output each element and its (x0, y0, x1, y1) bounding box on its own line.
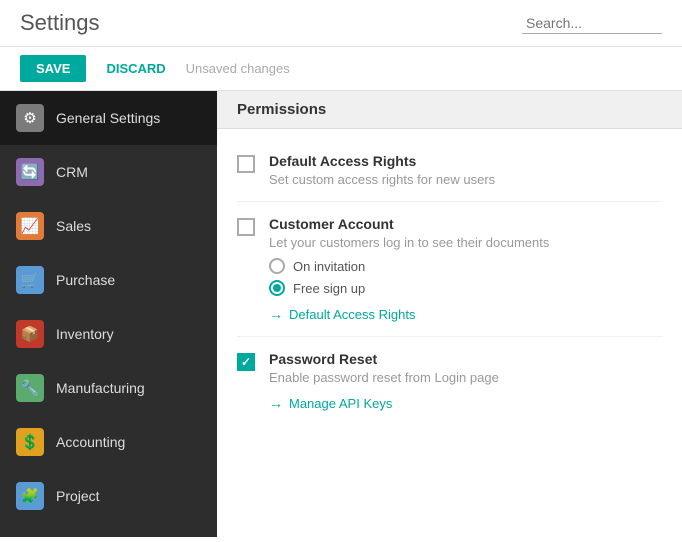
radio-label-0: On invitation (293, 259, 365, 274)
purchase-icon: 🛒 (16, 266, 44, 294)
checkbox-box-default-access[interactable] (237, 155, 255, 173)
top-bar: Settings (0, 0, 682, 47)
radio-circle-1 (269, 280, 285, 296)
checkbox-customer-account[interactable] (237, 218, 255, 236)
sidebar-label-general: General Settings (56, 110, 160, 126)
radio-circle-0 (269, 258, 285, 274)
arrow-icon-password-reset: → (269, 395, 283, 411)
sidebar-label-purchase: Purchase (56, 272, 115, 288)
setting-info-password-reset: Password Reset Enable password reset from… (269, 351, 662, 411)
sidebar-label-sales: Sales (56, 218, 91, 234)
link-text-customer-account: Default Access Rights (289, 307, 415, 322)
checkbox-box-customer-account[interactable] (237, 218, 255, 236)
setting-title-default-access: Default Access Rights (269, 153, 662, 169)
inventory-icon: 📦 (16, 320, 44, 348)
project-icon: 🧩 (16, 482, 44, 510)
radio-label-1: Free sign up (293, 281, 365, 296)
setting-desc-password-reset: Enable password reset from Login page (269, 370, 662, 385)
sales-icon: 📈 (16, 212, 44, 240)
radio-item-customer-account-1[interactable]: Free sign up (269, 280, 662, 296)
setting-title-customer-account: Customer Account (269, 216, 662, 232)
checkbox-password-reset[interactable] (237, 353, 255, 371)
link-text-password-reset: Manage API Keys (289, 396, 392, 411)
radio-item-customer-account-0[interactable]: On invitation (269, 258, 662, 274)
main-layout: ⚙ General Settings 🔄 CRM 📈 Sales 🛒 Purchase 📦 Inv… (0, 91, 682, 537)
sidebar-label-project: Project (56, 488, 100, 504)
sidebar-item-accounting[interactable]: 💲 Accounting (0, 415, 217, 469)
setting-row-password-reset: Password Reset Enable password reset from… (237, 337, 662, 425)
sidebar-item-general[interactable]: ⚙ General Settings (0, 91, 217, 145)
link-password-reset[interactable]: → Manage API Keys (269, 395, 662, 411)
sidebar-item-manufacturing[interactable]: 🔧 Manufacturing (0, 361, 217, 415)
radio-group-customer-account: On invitation Free sign up (269, 258, 662, 296)
discard-button[interactable]: DISCARD (96, 55, 175, 82)
checkbox-default-access[interactable] (237, 155, 255, 173)
setting-desc-default-access: Set custom access rights for new users (269, 172, 662, 187)
sidebar-label-accounting: Accounting (56, 434, 125, 450)
sidebar-label-crm: CRM (56, 164, 88, 180)
general-icon: ⚙ (16, 104, 44, 132)
toolbar: SAVE DISCARD Unsaved changes (0, 47, 682, 91)
setting-row-default-access: Default Access Rights Set custom access r… (237, 139, 662, 202)
setting-title-password-reset: Password Reset (269, 351, 662, 367)
search-input[interactable] (522, 13, 662, 34)
manufacturing-icon: 🔧 (16, 374, 44, 402)
arrow-icon-customer-account: → (269, 306, 283, 322)
setting-info-default-access: Default Access Rights Set custom access r… (269, 153, 662, 187)
link-customer-account[interactable]: → Default Access Rights (269, 306, 662, 322)
sidebar-item-project[interactable]: 🧩 Project (0, 469, 217, 523)
setting-info-customer-account: Customer Account Let your customers log i… (269, 216, 662, 322)
setting-desc-customer-account: Let your customers log in to see their d… (269, 235, 662, 250)
content-area: Permissions Default Access Rights Set cus… (217, 91, 682, 537)
sidebar-item-crm[interactable]: 🔄 CRM (0, 145, 217, 199)
unsaved-label: Unsaved changes (186, 61, 290, 76)
save-button[interactable]: SAVE (20, 55, 86, 82)
sidebar-item-sales[interactable]: 📈 Sales (0, 199, 217, 253)
crm-icon: 🔄 (16, 158, 44, 186)
page-title: Settings (20, 10, 100, 36)
checkbox-box-password-reset[interactable] (237, 353, 255, 371)
accounting-icon: 💲 (16, 428, 44, 456)
setting-row-customer-account: Customer Account Let your customers log i… (237, 202, 662, 337)
section-header: Permissions (217, 91, 682, 129)
settings-body: Default Access Rights Set custom access r… (217, 129, 682, 435)
sidebar-item-purchase[interactable]: 🛒 Purchase (0, 253, 217, 307)
sidebar-label-manufacturing: Manufacturing (56, 380, 145, 396)
sidebar: ⚙ General Settings 🔄 CRM 📈 Sales 🛒 Purchase 📦 Inv… (0, 91, 217, 537)
sidebar-label-inventory: Inventory (56, 326, 114, 342)
sidebar-item-inventory[interactable]: 📦 Inventory (0, 307, 217, 361)
